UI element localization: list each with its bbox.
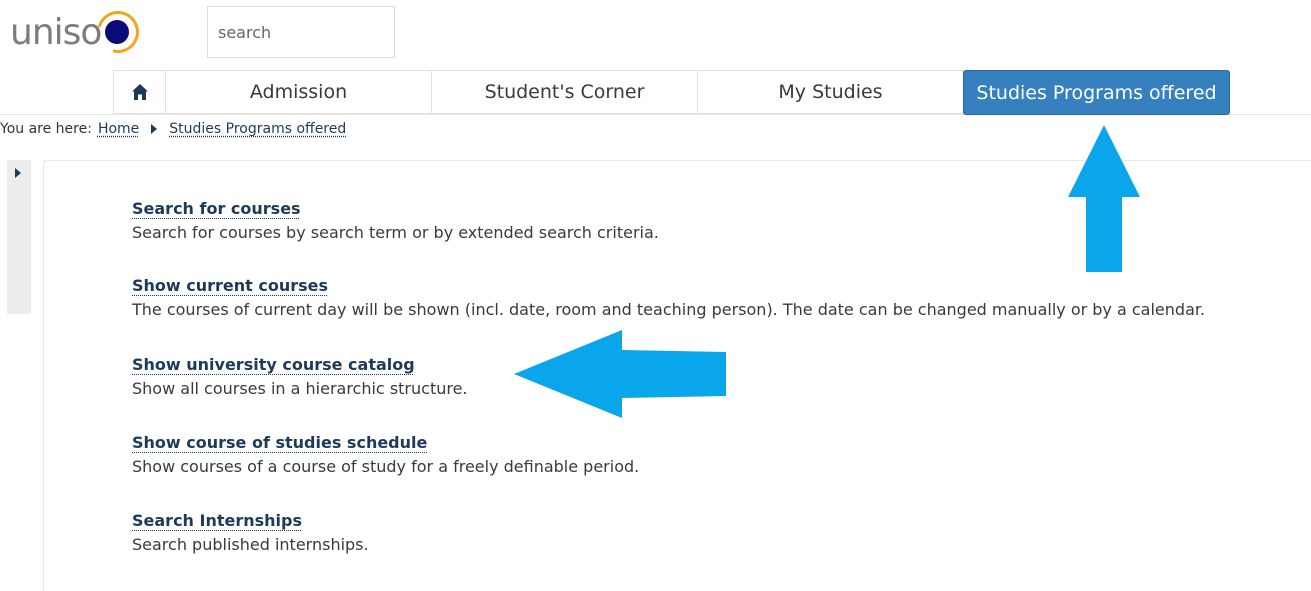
tab-students-corner[interactable]: Student's Corner bbox=[432, 70, 698, 114]
tab-label: My Studies bbox=[778, 81, 883, 103]
show-current-courses-link[interactable]: Show current courses bbox=[132, 276, 328, 295]
list-item: Show current courses The courses of curr… bbox=[132, 276, 1205, 319]
tab-my-studies[interactable]: My Studies bbox=[698, 70, 964, 114]
arrow-left-icon bbox=[514, 330, 726, 418]
list-item: Search for courses Search for courses by… bbox=[132, 199, 659, 242]
logo-text: uniso bbox=[10, 11, 102, 53]
arrow-up-icon bbox=[1068, 125, 1140, 272]
show-university-course-catalog-link[interactable]: Show university course catalog bbox=[132, 355, 415, 374]
list-item: Show course of studies schedule Show cou… bbox=[132, 433, 639, 476]
search-input[interactable] bbox=[207, 6, 395, 58]
home-icon bbox=[131, 84, 148, 100]
list-item: Search Internships Search published inte… bbox=[132, 511, 369, 554]
tab-studies-programs-offered[interactable]: Studies Programs offered bbox=[963, 70, 1230, 115]
chevron-right-icon bbox=[15, 168, 21, 178]
search-for-courses-link[interactable]: Search for courses bbox=[132, 199, 301, 218]
search-internships-link[interactable]: Search Internships bbox=[132, 511, 302, 530]
main-nav: Admission Student's Corner My Studies St… bbox=[0, 70, 1311, 115]
show-course-of-studies-schedule-link[interactable]: Show course of studies schedule bbox=[132, 433, 427, 452]
chevron-right-icon bbox=[151, 124, 158, 134]
tab-admission[interactable]: Admission bbox=[166, 70, 432, 114]
entry-description: Search for courses by search term or by … bbox=[132, 223, 659, 242]
entry-description: Show courses of a course of study for a … bbox=[132, 457, 640, 476]
list-item: Show university course catalog Show all … bbox=[132, 355, 468, 398]
breadcrumb: You are here: Home Studies Programs offe… bbox=[0, 121, 346, 137]
unisono-logo[interactable]: uniso bbox=[10, 3, 148, 61]
nav-home-button[interactable] bbox=[113, 70, 166, 114]
tab-label: Admission bbox=[249, 81, 348, 103]
breadcrumb-current-link[interactable]: Studies Programs offered bbox=[169, 121, 346, 137]
breadcrumb-prefix: You are here: bbox=[0, 121, 92, 137]
tab-label: Student's Corner bbox=[484, 81, 645, 103]
sidebar-toggle[interactable] bbox=[7, 160, 31, 314]
entry-description: The courses of current day will be shown… bbox=[132, 300, 1206, 319]
breadcrumb-home-link[interactable]: Home bbox=[98, 121, 139, 137]
entry-description: Search published internships. bbox=[132, 535, 369, 554]
entry-description: Show all courses in a hierarchic structu… bbox=[132, 379, 468, 398]
logo-mark-icon bbox=[89, 3, 148, 61]
tab-label: Studies Programs offered bbox=[976, 81, 1217, 104]
